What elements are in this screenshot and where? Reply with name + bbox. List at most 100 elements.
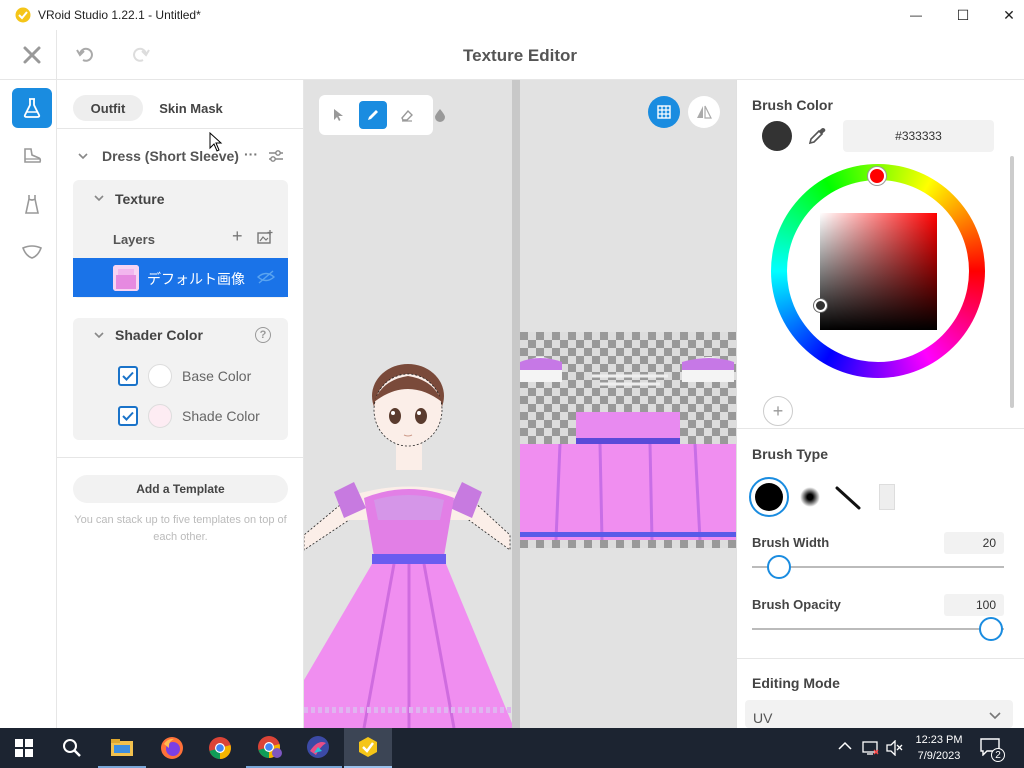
- search-icon[interactable]: [48, 728, 96, 768]
- maximize-button[interactable]: ☐: [940, 0, 986, 30]
- brush-width-label: Brush Width: [752, 535, 830, 550]
- clock[interactable]: 12:23 PM 7/9/2023: [906, 732, 972, 764]
- hex-color-input[interactable]: #333333: [843, 120, 994, 152]
- avatar-3d-preview[interactable]: [304, 80, 514, 728]
- brush-width-thumb[interactable]: [767, 555, 791, 579]
- drawing-toolbar: [319, 95, 445, 135]
- shade-color-swatch[interactable]: [148, 404, 172, 428]
- add-image-layer-icon[interactable]: [257, 230, 273, 244]
- eraser-icon[interactable]: [393, 101, 421, 129]
- chevron-down-icon[interactable]: [93, 329, 105, 341]
- line-brush-button[interactable]: [833, 482, 863, 512]
- file-explorer-icon[interactable]: [98, 728, 146, 768]
- texture-uv-canvas[interactable]: [520, 332, 736, 548]
- section-divider: [737, 658, 1024, 659]
- page-title: Texture Editor: [463, 46, 577, 65]
- close-window-button[interactable]: ✕: [986, 0, 1024, 30]
- help-icon[interactable]: ?: [255, 327, 271, 343]
- brush-opacity-value[interactable]: 100: [944, 594, 1004, 616]
- visibility-hidden-icon[interactable]: [257, 270, 275, 284]
- chevron-up-icon[interactable]: [838, 741, 852, 751]
- eyedropper-icon[interactable]: [807, 126, 827, 146]
- pen-icon[interactable]: [359, 101, 387, 129]
- section-divider: [57, 457, 303, 458]
- chevron-down-icon[interactable]: [77, 150, 89, 162]
- network-icon[interactable]: [862, 740, 880, 756]
- volume-muted-icon[interactable]: [886, 740, 904, 756]
- item-name: Dress (Short Sleeve): [102, 148, 239, 164]
- scrollbar[interactable]: [1010, 156, 1014, 408]
- base-color-label: Base Color: [182, 368, 252, 384]
- view-divider[interactable]: [512, 80, 520, 728]
- shade-color-label: Shade Color: [182, 408, 260, 424]
- mirror-icon[interactable]: [688, 96, 720, 128]
- fill-icon[interactable]: [426, 101, 454, 129]
- hard-brush-button[interactable]: [749, 477, 789, 517]
- base-color-checkbox[interactable]: [118, 366, 138, 386]
- brush-opacity-label: Brush Opacity: [752, 597, 841, 612]
- color-handle[interactable]: [814, 299, 827, 312]
- texture-brush-button[interactable]: [879, 484, 895, 510]
- layer-thumbnail: [113, 265, 139, 291]
- chrome-icon[interactable]: [196, 728, 244, 768]
- brush-color-title: Brush Color: [752, 97, 833, 113]
- more-options-icon[interactable]: ···: [244, 146, 258, 162]
- add-template-button[interactable]: Add a Template: [73, 475, 288, 503]
- adjust-settings-icon[interactable]: [268, 149, 284, 163]
- chevron-down-icon[interactable]: [93, 192, 105, 204]
- vroid-icon[interactable]: [344, 728, 392, 768]
- editor-viewport[interactable]: [304, 80, 736, 728]
- layers-label: Layers: [113, 232, 155, 247]
- shader-color-card: Shader Color ? Base Color Shade Color: [73, 318, 288, 440]
- flask-icon: [22, 97, 42, 119]
- shader-color-title: Shader Color: [115, 327, 203, 343]
- tab-skin-mask[interactable]: Skin Mask: [153, 95, 229, 121]
- base-color-swatch[interactable]: [148, 364, 172, 388]
- hue-handle[interactable]: [868, 167, 886, 185]
- brush-opacity-thumb[interactable]: [979, 617, 1003, 641]
- notification-badge: 2: [991, 748, 1005, 762]
- title-bar: VRoid Studio 1.22.1 - Untitled* — ☐ ✕: [0, 0, 1024, 30]
- layer-item-selected[interactable]: デフォルト画像: [73, 258, 288, 297]
- clock-time: 12:23 PM: [915, 734, 963, 746]
- grid-icon[interactable]: [648, 96, 680, 128]
- add-layer-button[interactable]: +: [232, 226, 243, 247]
- brush-width-value[interactable]: 20: [944, 532, 1004, 554]
- shade-color-checkbox[interactable]: [118, 406, 138, 426]
- editor-header: Texture Editor: [0, 30, 1024, 80]
- rail-item-shoes[interactable]: [12, 136, 52, 176]
- tab-outfit[interactable]: Outfit: [73, 95, 143, 121]
- soft-brush-button[interactable]: [795, 482, 825, 512]
- chrome-profile-icon[interactable]: [246, 728, 294, 768]
- windows-start-icon[interactable]: [0, 728, 48, 768]
- category-rail: [0, 80, 57, 728]
- dress-icon: [22, 193, 42, 215]
- editing-mode-select[interactable]: UV: [745, 700, 1013, 728]
- editing-mode-title: Editing Mode: [752, 675, 840, 691]
- firefox-icon[interactable]: [148, 728, 196, 768]
- brush-opacity-track[interactable]: [752, 628, 1004, 630]
- taskbar: 12:23 PM 7/9/2023 2: [0, 728, 1024, 768]
- accessory-icon: [21, 244, 43, 260]
- right-panel: Brush Color #333333 + Brush Type Brush W…: [736, 80, 1024, 728]
- rail-item-accessory[interactable]: [12, 232, 52, 272]
- layer-name: デフォルト画像: [147, 271, 245, 287]
- rail-item-outfit[interactable]: [12, 184, 52, 224]
- brush-type-title: Brush Type: [752, 446, 828, 462]
- clock-date: 7/9/2023: [917, 750, 961, 762]
- template-hint: You can stack up to five templates on to…: [74, 514, 287, 543]
- shoe-icon: [21, 146, 43, 166]
- section-divider: [737, 428, 1024, 429]
- tab-divider: [57, 128, 303, 129]
- select-icon[interactable]: [325, 101, 353, 129]
- krita-icon[interactable]: [294, 728, 342, 768]
- rail-item-body[interactable]: [12, 88, 52, 128]
- brush-color-swatch[interactable]: [762, 121, 792, 151]
- minimize-button[interactable]: —: [893, 0, 939, 30]
- saturation-value-square[interactable]: [820, 213, 937, 330]
- left-panel: Outfit Skin Mask Dress (Short Sleeve) ··…: [57, 80, 304, 728]
- texture-title: Texture: [115, 191, 165, 207]
- vroid-app-icon: [15, 7, 31, 23]
- add-color-preset-button[interactable]: +: [763, 396, 793, 426]
- window-title: VRoid Studio 1.22.1 - Untitled*: [38, 8, 201, 22]
